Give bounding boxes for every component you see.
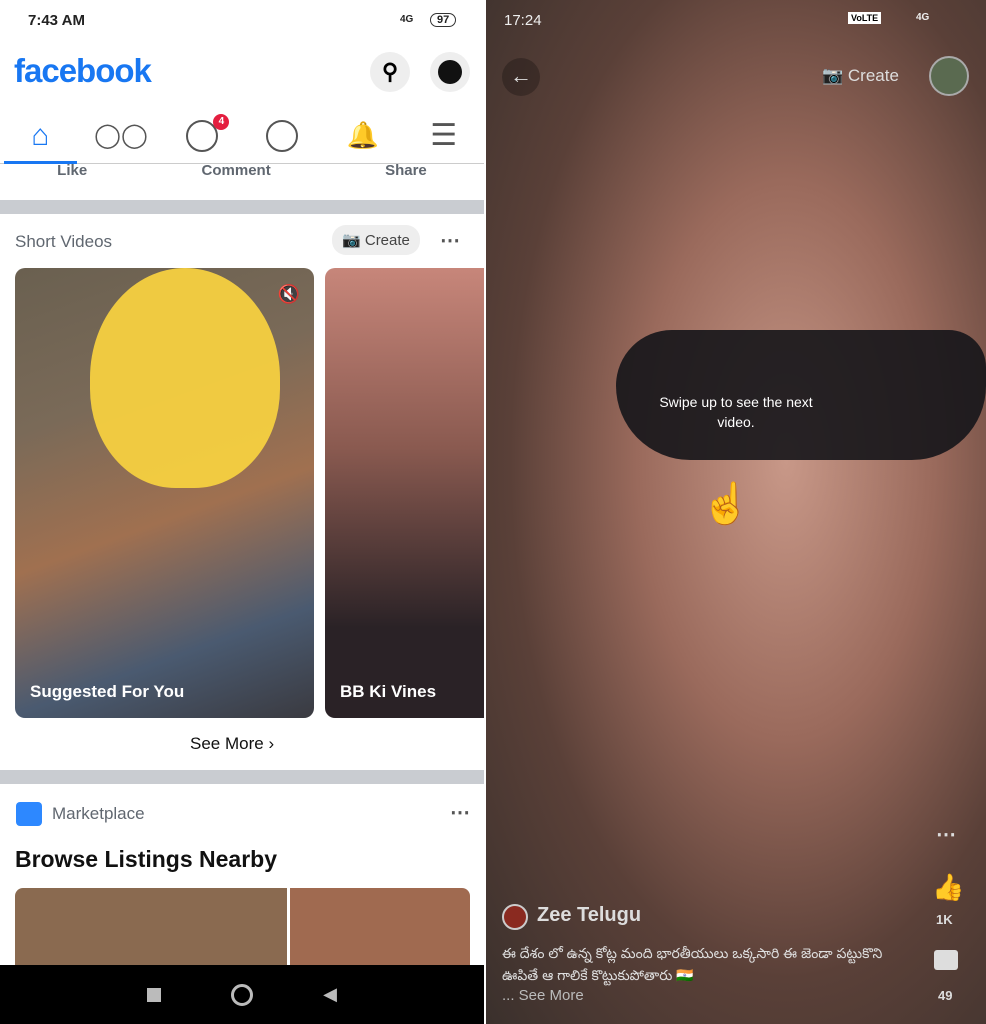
listing-image[interactable] bbox=[15, 888, 287, 968]
chevron-right-icon: › bbox=[268, 734, 275, 753]
marketplace-icon bbox=[16, 802, 42, 826]
comment-count: 49 bbox=[938, 988, 953, 1003]
arrow-left-icon: ← bbox=[510, 63, 532, 88]
marketplace-heading: Browse Listings Nearby bbox=[15, 846, 278, 872]
section-title: Short Videos bbox=[15, 232, 113, 251]
recents-button[interactable] bbox=[147, 987, 162, 1002]
see-more-link[interactable]: ... See More bbox=[502, 987, 584, 1004]
bell-icon: 🔔 bbox=[346, 120, 380, 150]
battery-indicator: 97 bbox=[430, 13, 457, 27]
more-options-icon[interactable]: ⋯ bbox=[936, 822, 956, 847]
more-options-icon[interactable]: ⋯ bbox=[440, 228, 460, 253]
share-button[interactable]: Share bbox=[385, 162, 427, 192]
friends-icon: ◯◯ bbox=[94, 122, 148, 149]
see-more-link[interactable]: See More › bbox=[190, 734, 274, 754]
video-card[interactable]: 🔇 Suggested For You bbox=[15, 268, 314, 718]
messenger-button[interactable] bbox=[430, 52, 470, 92]
groups-badge: 4 bbox=[213, 114, 230, 130]
avatar[interactable] bbox=[929, 56, 969, 96]
facebook-app-panel: 7:43 AM 4G 97 facebook ⚲ ⌂ ◯◯ 4 🔔 ☰ Like… bbox=[0, 0, 484, 1024]
android-nav-bar: ◀ bbox=[0, 965, 484, 1024]
divider bbox=[0, 770, 484, 784]
video-card[interactable]: BB Ki Vines bbox=[325, 268, 484, 718]
facebook-logo: facebook bbox=[14, 52, 152, 89]
tab-home[interactable]: ⌂ bbox=[0, 108, 81, 163]
tab-groups[interactable]: 4 bbox=[161, 108, 242, 163]
swipe-hint: Swipe up to see the next video. bbox=[659, 394, 813, 430]
messenger-icon bbox=[438, 60, 462, 84]
camera-icon: 📷 bbox=[342, 232, 365, 249]
camera-icon: 📷 bbox=[822, 66, 848, 85]
video-caption: ఈ దేశం లో ఉన్న కోట్ల మంది భారతీయులు ఒక్క… bbox=[502, 945, 883, 983]
back-button[interactable]: ◀ bbox=[323, 984, 337, 1005]
channel-avatar[interactable] bbox=[502, 904, 528, 930]
home-button[interactable] bbox=[231, 983, 254, 1006]
like-button[interactable]: 👍 bbox=[932, 872, 964, 903]
marketplace-title: Marketplace bbox=[52, 804, 145, 823]
divider bbox=[0, 200, 484, 214]
like-count: 1K bbox=[936, 912, 953, 927]
back-button[interactable]: ← bbox=[502, 58, 540, 96]
like-button[interactable]: Like bbox=[57, 162, 87, 192]
search-icon: ⚲ bbox=[381, 59, 399, 84]
status-time: 17:24 bbox=[504, 12, 542, 29]
tab-menu[interactable]: ☰ bbox=[403, 108, 484, 163]
comment-button[interactable]: Comment bbox=[202, 162, 271, 192]
search-button[interactable]: ⚲ bbox=[370, 52, 410, 92]
card-label: BB Ki Vines bbox=[340, 682, 437, 701]
volte-indicator: VoLTE bbox=[848, 12, 882, 24]
profile-icon bbox=[266, 119, 299, 152]
home-icon: ⌂ bbox=[31, 118, 50, 152]
tab-friends[interactable]: ◯◯ bbox=[81, 108, 162, 163]
more-options-icon[interactable]: ⋯ bbox=[450, 800, 470, 825]
create-button[interactable]: 📷 Create bbox=[332, 225, 420, 255]
short-video-player[interactable]: 17:24 VoLTE 4G ← 📷 Create Swipe up to se… bbox=[486, 0, 986, 1024]
comment-button[interactable] bbox=[934, 950, 958, 970]
create-button[interactable]: 📷 Create bbox=[822, 66, 899, 86]
tab-notifications[interactable]: 🔔 bbox=[323, 108, 404, 163]
signal-icon: 4G bbox=[400, 14, 414, 25]
status-time: 7:43 AM bbox=[28, 12, 85, 29]
signal-icon: 4G bbox=[916, 12, 930, 23]
tab-profile[interactable] bbox=[242, 108, 323, 163]
swipe-hand-icon: ☝ bbox=[701, 482, 751, 526]
hand-emoji-overlay bbox=[90, 268, 280, 488]
mute-icon[interactable]: 🔇 bbox=[278, 284, 300, 305]
channel-name[interactable]: Zee Telugu bbox=[537, 904, 641, 927]
listing-image[interactable] bbox=[290, 888, 470, 968]
menu-icon: ☰ bbox=[430, 119, 458, 152]
card-label: Suggested For You bbox=[30, 682, 185, 701]
main-nav: ⌂ ◯◯ 4 🔔 ☰ bbox=[0, 108, 484, 164]
thumbs-up-icon: 👍 bbox=[932, 872, 965, 902]
